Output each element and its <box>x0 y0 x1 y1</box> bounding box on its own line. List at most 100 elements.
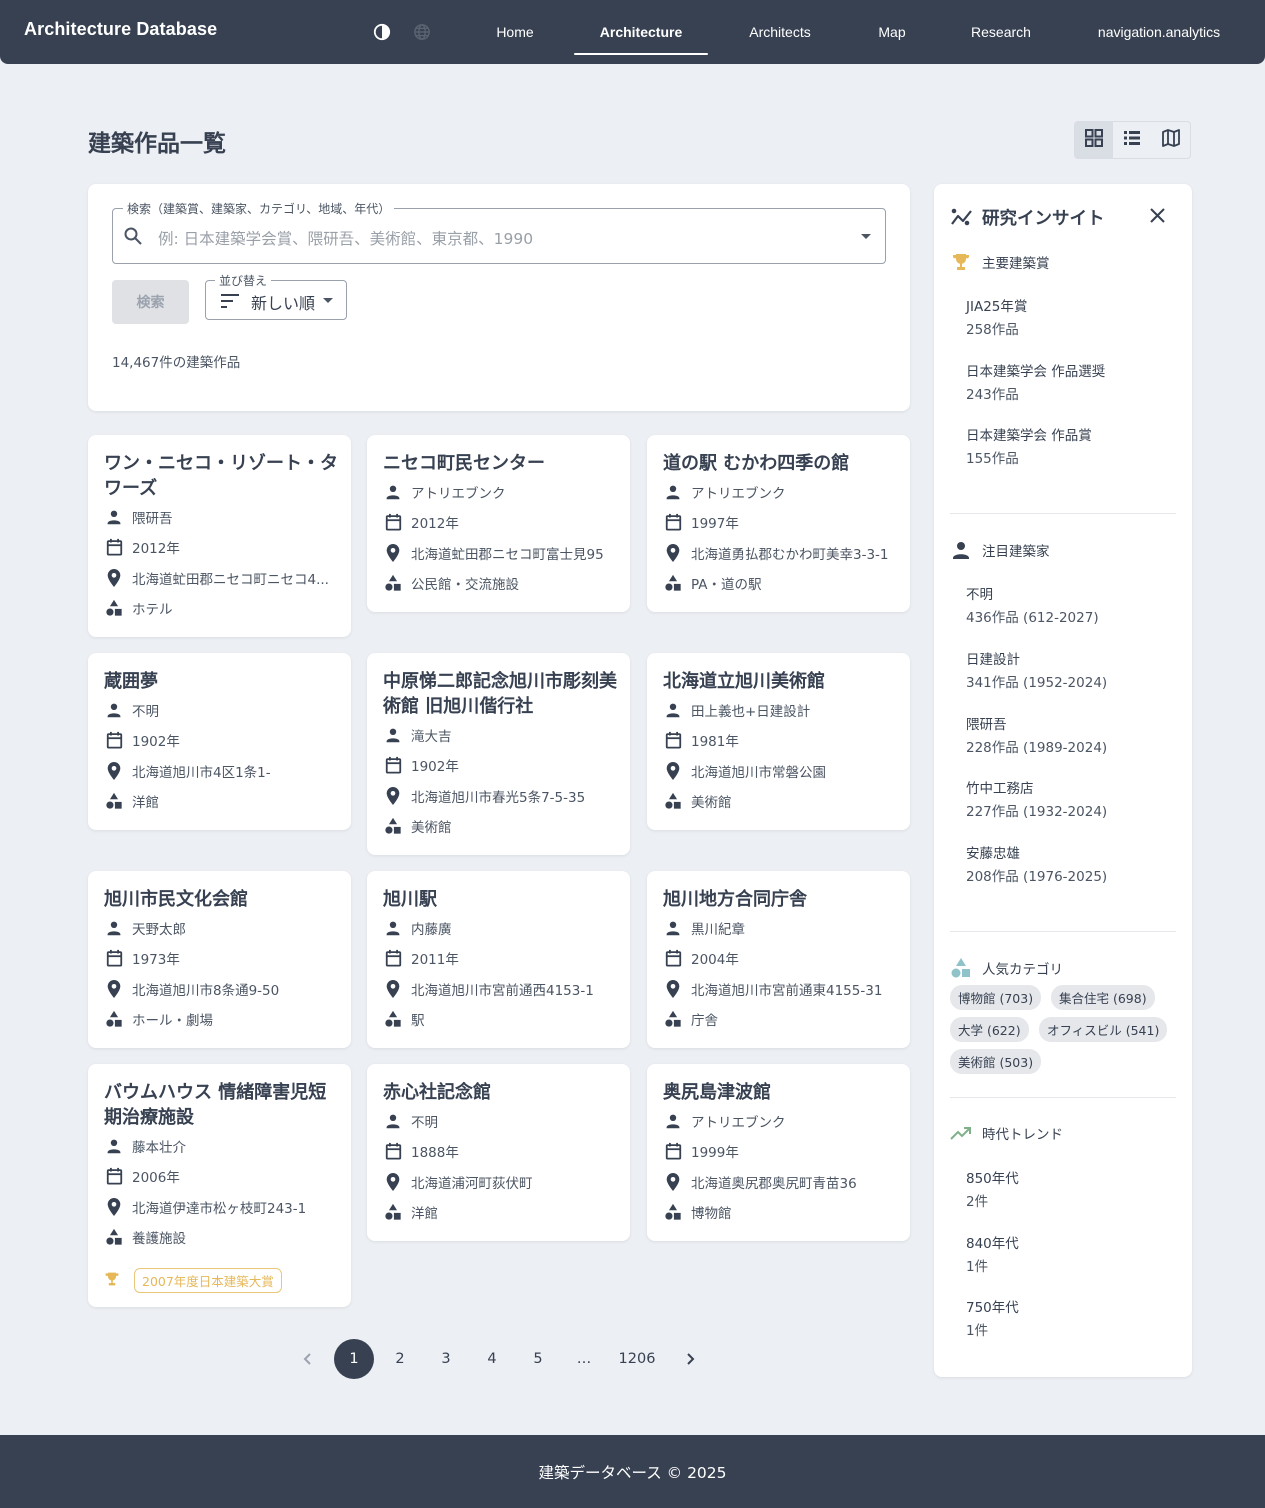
trending-up-icon <box>950 1122 972 1144</box>
architecture-card[interactable]: 旭川駅 内藤廣 2011年 北海道旭川市宮前通西4153-1 駅 <box>367 871 630 1048</box>
architecture-card[interactable]: ニセコ町民センター アトリエブンク 2012年 北海道虻田郡ニセコ町富士見95 公民館・… <box>367 435 630 612</box>
card-category-row: 駅 <box>383 1009 623 1029</box>
location-pin-icon <box>104 568 124 588</box>
card-year: 1981年 <box>691 734 739 751</box>
category-chip[interactable]: 博物館 (703) <box>950 985 1042 1010</box>
page-button[interactable]: 2 <box>380 1339 420 1379</box>
card-title[interactable]: ニセコ町民センター <box>383 451 617 476</box>
architecture-card[interactable]: バウムハウス 情緒障害児短期治療施設 藤本壮介 2006年 北海道伊達市松ヶ枝町243… <box>88 1064 351 1307</box>
category-chip[interactable]: 大学 (622) <box>950 1017 1029 1042</box>
nav-architects[interactable]: Architects <box>728 0 832 64</box>
card-architect-row: アトリエブンク <box>663 482 903 502</box>
card-address: 北海道旭川市春光5条7-5-35 <box>411 789 586 806</box>
card-category-row: 美術館 <box>383 816 623 836</box>
architecture-card[interactable]: 蔵囲夢 不明 1902年 北海道旭川市4区1条1- 洋館 <box>88 653 351 830</box>
award-item[interactable]: 日本建築学会 作品賞 155作品 <box>966 425 1092 471</box>
divider <box>950 1097 1176 1098</box>
category-chip[interactable]: 美術館 (503) <box>950 1049 1042 1074</box>
card-architect-row: アトリエブンク <box>663 1111 903 1131</box>
nav-architecture[interactable]: Architecture <box>574 0 708 64</box>
page-button[interactable]: 1206 <box>612 1339 662 1379</box>
award-badge[interactable]: 2007年度日本建築大賞 <box>134 1268 282 1293</box>
calendar-icon <box>104 948 124 968</box>
result-count: 14,467件の建築作品 <box>112 355 241 371</box>
trophy-icon <box>950 251 972 273</box>
architecture-card[interactable]: 奥尻島津波館 アトリエブンク 1999年 北海道奥尻郡奥尻町青苗36 博物館 <box>647 1064 910 1241</box>
award-item[interactable]: 日本建築学会 作品選奨 243作品 <box>966 361 1105 407</box>
category-chip[interactable]: 集合住宅 (698) <box>1051 985 1155 1010</box>
card-title[interactable]: 道の駅 むかわ四季の館 <box>663 451 897 476</box>
card-title[interactable]: ワン・ニセコ・リゾート・タワーズ <box>104 451 338 501</box>
next-page-icon[interactable] <box>670 1339 710 1379</box>
search-label: 検索（建築賞、建築家、カテゴリ、地域、年代） <box>123 200 395 217</box>
architecture-card[interactable]: 旭川地方合同庁舎 黒川紀章 2004年 北海道旭川市宮前通東4155-31 庁舎 <box>647 871 910 1048</box>
search-button[interactable]: 検索 <box>112 280 189 324</box>
calendar-icon <box>383 1141 403 1161</box>
card-architect: 藤本壮介 <box>132 1140 186 1156</box>
card-address: 北海道伊達市松ヶ枝町243-1 <box>132 1200 307 1217</box>
card-title[interactable]: バウムハウス 情緒障害児短期治療施設 <box>104 1080 338 1130</box>
map-view-button[interactable] <box>1152 122 1190 158</box>
trend-item[interactable]: 840年代 1件 <box>966 1233 1019 1279</box>
app-header: Architecture Database Home Architecture … <box>0 0 1265 64</box>
grid-view-button[interactable] <box>1075 122 1114 158</box>
category-chip[interactable]: オフィスビル (541) <box>1039 1017 1168 1042</box>
award-item[interactable]: JIA25年賞 258作品 <box>966 296 1027 342</box>
card-architect-row: 藤本壮介 <box>104 1136 344 1156</box>
card-title[interactable]: 奥尻島津波館 <box>663 1080 897 1105</box>
architect-name: 竹中工務店 <box>966 781 1034 797</box>
architect-item[interactable]: 竹中工務店 227作品 (1932-2024) <box>966 778 1107 824</box>
brand-title[interactable]: Architecture Database <box>24 19 217 40</box>
calendar-icon <box>104 1166 124 1186</box>
trend-item[interactable]: 850年代 2件 <box>966 1168 1019 1214</box>
nav-home[interactable]: Home <box>476 0 554 64</box>
page-button[interactable]: 5 <box>518 1339 558 1379</box>
card-title[interactable]: 蔵囲夢 <box>104 669 338 694</box>
sort-select[interactable]: 並び替え 新しい順 <box>205 272 347 320</box>
search-input[interactable]: 検索（建築賞、建築家、カテゴリ、地域、年代） 例: 日本建築学会賞、隈研吾、美術… <box>112 200 886 264</box>
architect-icon <box>663 700 683 720</box>
card-year: 1973年 <box>132 952 180 969</box>
page-button[interactable]: 4 <box>472 1339 512 1379</box>
card-title[interactable]: 中原悌二郎記念旭川市彫刻美術館 旧旭川偕行社 <box>383 669 617 719</box>
card-title[interactable]: 旭川市民文化会館 <box>104 887 338 912</box>
architecture-card[interactable]: 道の駅 むかわ四季の館 アトリエブンク 1997年 北海道勇払郡むかわ町美幸3-3-1… <box>647 435 910 612</box>
close-icon[interactable] <box>1149 207 1166 228</box>
nav-analytics[interactable]: navigation.analytics <box>1078 0 1240 64</box>
card-address: 北海道奥尻郡奥尻町青苗36 <box>691 1175 857 1192</box>
architect-name: 日建設計 <box>966 652 1020 668</box>
category-icon <box>383 816 403 836</box>
prev-page-icon[interactable] <box>288 1339 328 1379</box>
architecture-card[interactable]: 旭川市民文化会館 天野太郎 1973年 北海道旭川市8条通9-50 ホール・劇場 <box>88 871 351 1048</box>
architect-item[interactable]: 日建設計 341作品 (1952-2024) <box>966 649 1107 695</box>
location-pin-icon <box>104 761 124 781</box>
architect-item[interactable]: 安藤忠雄 208作品 (1976-2025) <box>966 843 1107 889</box>
architecture-card[interactable]: 中原悌二郎記念旭川市彫刻美術館 旧旭川偕行社 滝大吉 1902年 北海道旭川市春光5条… <box>367 653 630 855</box>
architecture-card[interactable]: 北海道立旭川美術館 田上義也+日建設計 1981年 北海道旭川市常磐公園 美術館 <box>647 653 910 830</box>
card-title[interactable]: 旭川地方合同庁舎 <box>663 887 897 912</box>
category-icon <box>383 573 403 593</box>
location-pin-icon <box>383 786 403 806</box>
architect-item[interactable]: 隈研吾 228作品 (1989-2024) <box>966 714 1107 760</box>
list-view-button[interactable] <box>1113 122 1151 158</box>
architect-item[interactable]: 不明 436作品 (612-2027) <box>966 584 1099 630</box>
trend-item[interactable]: 750年代 1件 <box>966 1297 1019 1343</box>
architecture-card[interactable]: ワン・ニセコ・リゾート・タワーズ 隈研吾 2012年 北海道虻田郡ニセコ町ニセコ4..… <box>88 435 351 637</box>
location-pin-icon <box>383 543 403 563</box>
card-title[interactable]: 赤心社記念館 <box>383 1080 617 1105</box>
category-icon <box>104 1227 124 1247</box>
card-title[interactable]: 旭川駅 <box>383 887 617 912</box>
nav-map[interactable]: Map <box>858 0 926 64</box>
category-icon <box>663 1009 683 1029</box>
theme-toggle-icon[interactable] <box>372 22 392 42</box>
nav-research[interactable]: Research <box>952 0 1050 64</box>
award-count: 258作品 <box>966 322 1019 338</box>
page-button[interactable]: 1 <box>334 1339 374 1379</box>
chevron-down-icon[interactable] <box>861 234 871 239</box>
card-address: 北海道旭川市8条通9-50 <box>132 982 280 999</box>
card-architect-row: 黒川紀章 <box>663 918 903 938</box>
page-button[interactable]: 3 <box>426 1339 466 1379</box>
language-globe-icon[interactable] <box>412 22 432 42</box>
card-title[interactable]: 北海道立旭川美術館 <box>663 669 897 694</box>
architecture-card[interactable]: 赤心社記念館 不明 1888年 北海道浦河町荻伏町 洋館 <box>367 1064 630 1241</box>
